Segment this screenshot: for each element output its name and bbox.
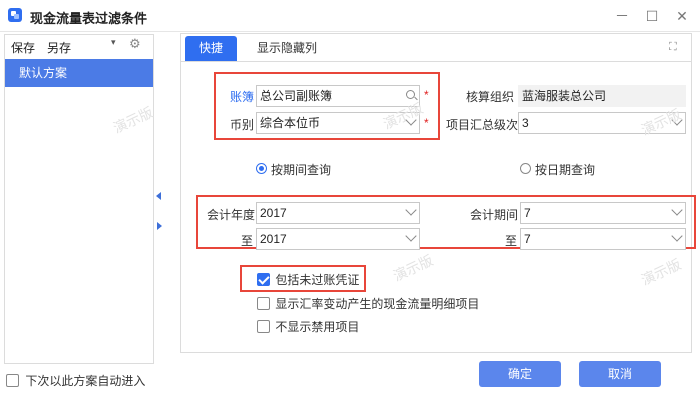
- chevron-down-icon[interactable]: [405, 230, 417, 242]
- year-to-select[interactable]: 2017: [256, 228, 420, 250]
- show-fx-detail-label: 显示汇率变动产生的现金流量明细项目: [275, 297, 480, 311]
- window-title: 现金流量表过滤条件: [30, 11, 148, 26]
- hide-disabled-checkbox[interactable]: 不显示禁用项目: [257, 318, 359, 335]
- tab-quick[interactable]: 快捷: [185, 36, 238, 61]
- save-as-button[interactable]: 另存: [47, 39, 71, 56]
- auto-enter-checkbox[interactable]: 下次以此方案自动进入: [6, 372, 145, 389]
- period-to-label: 至: [505, 234, 518, 248]
- close-button[interactable]: ✕: [672, 6, 692, 26]
- show-fx-detail-check-box[interactable]: [257, 297, 270, 310]
- include-unposted-label: 包括未过账凭证: [275, 273, 360, 287]
- period-label: 会计期间: [470, 208, 519, 222]
- show-fx-detail-checkbox[interactable]: 显示汇率变动产生的现金流量明细项目: [257, 295, 479, 312]
- include-unposted-check-box[interactable]: [257, 273, 270, 286]
- period-to-value: 7: [524, 232, 531, 246]
- radio-by-date-label: 按日期查询: [535, 163, 596, 177]
- chevron-down-icon[interactable]: [671, 204, 683, 216]
- year-from-value: 2017: [260, 206, 287, 220]
- radio-by-date[interactable]: [520, 163, 531, 174]
- chevron-down-icon[interactable]: [405, 204, 417, 216]
- title-bar: 现金流量表过滤条件 － ☐ ✕: [0, 0, 700, 32]
- radio-by-period[interactable]: [256, 163, 267, 174]
- gear-icon[interactable]: ⚙: [129, 36, 141, 52]
- org-label: 核算组织: [466, 90, 515, 104]
- period-to-select[interactable]: 7: [520, 228, 686, 250]
- period-from-value: 7: [524, 206, 531, 220]
- ok-button[interactable]: 确定: [479, 361, 561, 387]
- year-to-label: 至: [241, 234, 254, 248]
- tab-show-hidden-columns[interactable]: 显示隐藏列: [243, 36, 331, 61]
- scheme-item-default[interactable]: 默认方案: [5, 59, 153, 87]
- summary-level-label: 项目汇总级次: [446, 118, 519, 132]
- auto-enter-label: 下次以此方案自动进入: [25, 374, 146, 388]
- include-unposted-checkbox[interactable]: 包括未过账凭证: [257, 271, 359, 288]
- year-to-value: 2017: [260, 232, 287, 246]
- summary-level-value: 3: [522, 116, 529, 130]
- hide-disabled-label: 不显示禁用项目: [275, 320, 360, 334]
- maximize-button[interactable]: ☐: [642, 6, 662, 26]
- org-value: 蓝海服装总公司: [522, 89, 607, 103]
- minimize-button[interactable]: －: [612, 6, 632, 26]
- fullscreen-icon[interactable]: ⛶: [669, 41, 681, 53]
- cancel-button[interactable]: 取消: [579, 361, 661, 387]
- collapse-left-icon[interactable]: [156, 192, 161, 200]
- radio-by-period-label: 按期间查询: [271, 163, 332, 177]
- scheme-panel: 保存 另存 ▾ ⚙ 默认方案: [4, 34, 154, 364]
- auto-enter-check-box[interactable]: [6, 374, 19, 387]
- hide-disabled-check-box[interactable]: [257, 320, 270, 333]
- app-icon: [8, 8, 22, 22]
- expand-right-icon[interactable]: [157, 222, 162, 230]
- year-label: 会计年度: [207, 208, 256, 222]
- period-from-select[interactable]: 7: [520, 202, 686, 224]
- year-from-select[interactable]: 2017: [256, 202, 420, 224]
- menu-dropdown-icon[interactable]: ▾: [111, 37, 116, 48]
- scheme-toolbar: 保存 另存 ▾ ⚙: [5, 35, 153, 57]
- org-field: 蓝海服装总公司: [518, 85, 686, 107]
- tab-bar: 快捷 显示隐藏列 ⛶: [181, 34, 691, 62]
- chevron-down-icon[interactable]: [671, 230, 683, 242]
- save-scheme-button[interactable]: 保存: [11, 39, 35, 56]
